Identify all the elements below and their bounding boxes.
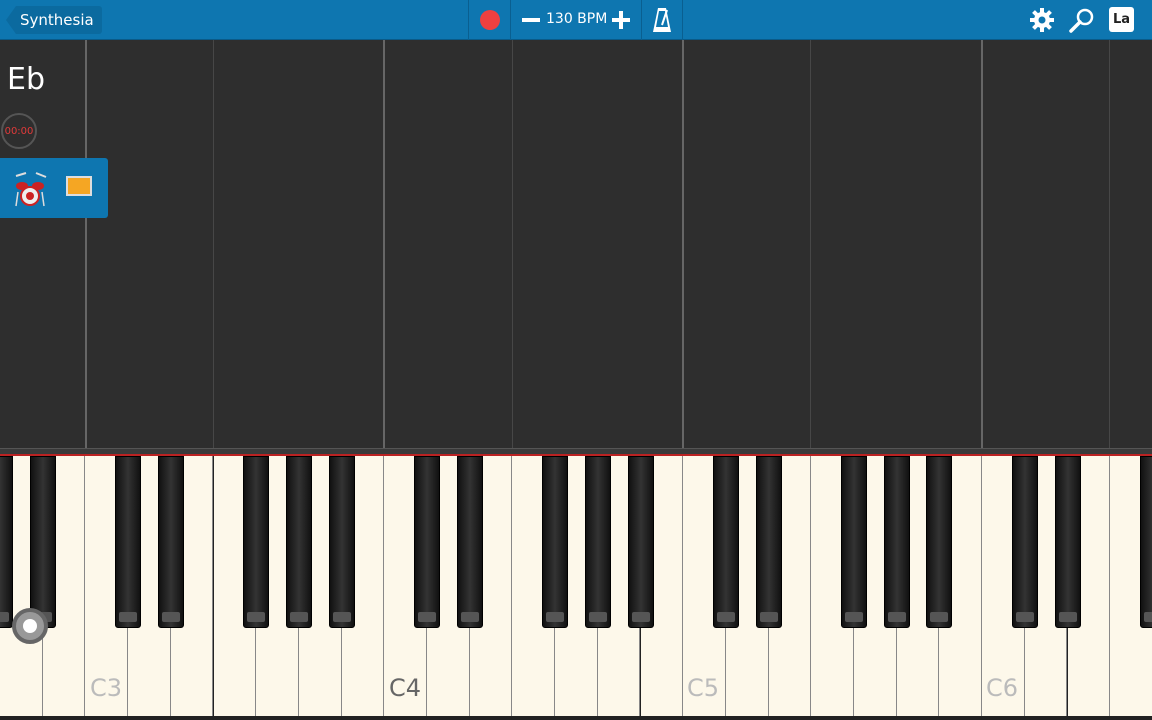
keyboard-scroll-handle[interactable] xyxy=(12,608,48,644)
key-label-c5: C5 xyxy=(687,674,720,702)
keyboard-divider xyxy=(0,448,1152,456)
black-key[interactable] xyxy=(627,456,654,628)
beat-line xyxy=(1109,40,1110,448)
playback-timer[interactable]: 00:00 xyxy=(1,113,37,149)
toolbar-divider xyxy=(468,0,469,40)
gear-icon[interactable] xyxy=(1030,8,1054,32)
black-key[interactable] xyxy=(414,456,440,628)
toolbar: Synthesia 130 BPM La xyxy=(0,0,1152,40)
beat-line xyxy=(810,40,811,448)
metronome-icon[interactable] xyxy=(652,7,672,33)
tempo-display: 130 BPM xyxy=(546,11,608,27)
track-color-swatch[interactable] xyxy=(66,176,92,196)
key-label-c4: C4 xyxy=(389,674,422,702)
piano-keyboard[interactable]: C3 C4 C5 C6 xyxy=(0,456,1152,720)
toolbar-divider xyxy=(641,0,642,40)
black-key[interactable] xyxy=(456,456,483,628)
black-key[interactable] xyxy=(29,456,56,628)
black-key[interactable] xyxy=(0,456,13,628)
tempo-increase-button[interactable] xyxy=(611,10,631,30)
black-key[interactable] xyxy=(243,456,270,628)
key-label-c6: C6 xyxy=(986,674,1019,702)
black-key[interactable] xyxy=(1139,456,1152,628)
tempo-decrease-button[interactable] xyxy=(521,10,541,30)
toolbar-divider xyxy=(510,0,511,40)
measure-line xyxy=(85,40,87,448)
black-key[interactable] xyxy=(115,456,142,628)
black-key[interactable] xyxy=(926,456,953,628)
black-key[interactable] xyxy=(883,456,910,628)
record-icon[interactable] xyxy=(480,10,500,30)
measure-line xyxy=(981,40,983,448)
note-labels-button[interactable]: La xyxy=(1109,7,1134,32)
beat-line xyxy=(512,40,513,448)
key-label-c3: C3 xyxy=(90,674,123,702)
black-key[interactable] xyxy=(157,456,184,628)
beat-line xyxy=(213,40,214,448)
magnifier-icon[interactable] xyxy=(1069,7,1095,33)
measure-line xyxy=(383,40,385,448)
measure-line xyxy=(682,40,684,448)
black-key[interactable] xyxy=(1054,456,1081,628)
back-button-label: Synthesia xyxy=(16,6,102,34)
back-button[interactable]: Synthesia xyxy=(6,6,102,34)
black-key[interactable] xyxy=(542,456,569,628)
drum-kit-icon xyxy=(15,172,47,207)
black-key[interactable] xyxy=(328,456,355,628)
back-chevron-icon xyxy=(6,6,16,34)
black-key[interactable] xyxy=(712,456,739,628)
track-panel[interactable] xyxy=(0,158,108,218)
black-key[interactable] xyxy=(1011,456,1038,628)
black-key[interactable] xyxy=(285,456,312,628)
black-key[interactable] xyxy=(584,456,611,628)
note-roll: Eb 00:00 xyxy=(0,40,1152,450)
black-key[interactable] xyxy=(755,456,782,628)
key-signature: Eb xyxy=(7,62,45,97)
black-key[interactable] xyxy=(841,456,867,628)
toolbar-divider xyxy=(682,0,683,40)
